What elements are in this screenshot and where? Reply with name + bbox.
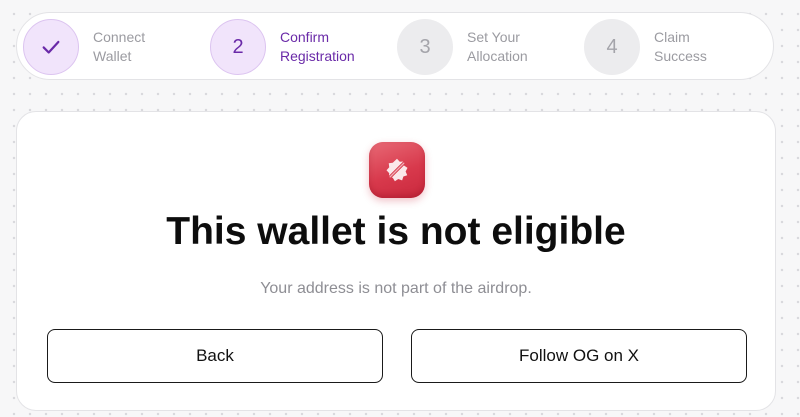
eligibility-result-card: This wallet is not eligible Your address… xyxy=(16,111,776,411)
step-3-label: Set Your Allocation xyxy=(467,28,567,66)
result-message: Your address is not part of the airdrop. xyxy=(260,280,532,297)
step-claim-success: 4 Claim Success xyxy=(584,19,754,75)
step-2-label-line1: Confirm xyxy=(280,29,330,45)
step-4-label-line1: Claim xyxy=(654,29,690,45)
alert-badge-icon xyxy=(369,142,425,198)
step-connect-wallet: Connect Wallet xyxy=(23,19,193,75)
step-2-circle: 2 xyxy=(210,19,266,75)
step-set-allocation: 3 Set Your Allocation xyxy=(397,19,567,75)
check-icon xyxy=(42,40,60,54)
step-2-label-line2: Registration xyxy=(280,48,355,64)
step-2-label: Confirm Registration xyxy=(280,28,380,66)
step-1-circle xyxy=(23,19,79,75)
result-title: This wallet is not eligible xyxy=(166,210,626,253)
step-confirm-registration: 2 Confirm Registration xyxy=(210,19,380,75)
step-3-circle: 3 xyxy=(397,19,453,75)
progress-stepper: Connect Wallet 2 Confirm Registration 3 … xyxy=(16,12,774,80)
step-1-label-line2: Wallet xyxy=(93,48,132,64)
step-1-label-line1: Connect xyxy=(93,29,146,45)
back-button[interactable]: Back xyxy=(47,329,383,383)
broken-badge-glyph xyxy=(386,158,408,182)
step-3-label-line2: Allocation xyxy=(467,48,528,64)
step-1-label: Connect Wallet xyxy=(93,28,193,66)
follow-og-on-x-button[interactable]: Follow OG on X xyxy=(411,329,747,383)
step-4-circle: 4 xyxy=(584,19,640,75)
step-4-label-line2: Success xyxy=(654,48,707,64)
step-4-label: Claim Success xyxy=(654,28,754,66)
step-3-label-line1: Set Your xyxy=(467,29,520,45)
